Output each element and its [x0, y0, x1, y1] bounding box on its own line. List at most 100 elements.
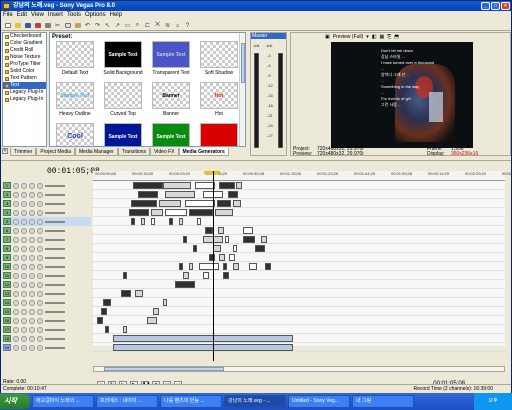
mute-icon[interactable]	[29, 236, 35, 243]
menu-help[interactable]: Help	[110, 11, 122, 20]
solo-icon[interactable]	[37, 281, 43, 288]
timeline-clip[interactable]	[203, 272, 209, 279]
timeline-clip[interactable]	[131, 200, 157, 207]
level-slider[interactable]	[45, 292, 65, 295]
solo-icon[interactable]	[37, 299, 43, 306]
timeline-clip[interactable]	[218, 227, 224, 234]
solo-icon[interactable]	[37, 254, 43, 261]
mute-icon[interactable]	[29, 272, 35, 279]
timeline-clip[interactable]	[185, 200, 215, 207]
envelope-tool-icon[interactable]: ↗	[113, 21, 122, 30]
tree-item[interactable]: Text Pattern	[3, 75, 46, 82]
track-fx-icon[interactable]	[13, 200, 19, 207]
track-lane[interactable]	[93, 307, 505, 316]
mute-icon[interactable]	[29, 326, 35, 333]
timeline-clip[interactable]	[233, 200, 241, 207]
preset-item[interactable]: Sample Text	[148, 123, 194, 146]
track-lane[interactable]	[93, 199, 505, 208]
track-motion-icon[interactable]	[21, 317, 27, 324]
timeline-clip[interactable]	[233, 245, 237, 252]
selection-tool-icon[interactable]: ▭	[123, 21, 132, 30]
tree-item[interactable]: Credit Roll	[3, 47, 46, 54]
timeline-clip[interactable]	[213, 245, 221, 252]
track-lane[interactable]	[93, 226, 505, 235]
track-lane[interactable]	[93, 298, 505, 307]
timeline-clip[interactable]	[249, 263, 257, 270]
timeline-clip[interactable]	[183, 236, 187, 243]
level-slider[interactable]	[45, 202, 65, 205]
properties-icon[interactable]	[43, 21, 52, 30]
timeline-clip[interactable]	[197, 218, 201, 225]
level-slider[interactable]	[45, 274, 65, 277]
track-fx-icon[interactable]	[13, 299, 19, 306]
timeline-clip[interactable]	[151, 209, 163, 216]
track-motion-icon[interactable]	[21, 218, 27, 225]
timeline-clip[interactable]	[163, 182, 191, 189]
video-track-header[interactable]: 4	[3, 208, 91, 217]
solo-icon[interactable]	[37, 272, 43, 279]
track-fx-icon[interactable]	[13, 182, 19, 189]
close-button[interactable]: ×	[501, 2, 510, 10]
track-lane[interactable]	[93, 316, 505, 325]
track-motion-icon[interactable]	[21, 335, 27, 342]
timeline-clip[interactable]	[113, 335, 293, 342]
tree-item[interactable]: Noise Texture	[3, 54, 46, 61]
track-fx-icon[interactable]	[13, 263, 19, 270]
track-fx-icon[interactable]	[13, 344, 19, 351]
level-slider[interactable]	[45, 238, 65, 241]
level-slider[interactable]	[45, 247, 65, 250]
timeline-clip[interactable]	[233, 263, 239, 270]
timeline-clip[interactable]	[97, 317, 103, 324]
timeline-clip[interactable]	[219, 182, 235, 189]
timeline-clip[interactable]	[219, 254, 225, 261]
track-fx-icon[interactable]	[13, 281, 19, 288]
timeline-clip[interactable]	[205, 227, 213, 234]
track-motion-icon[interactable]	[21, 227, 27, 234]
level-slider[interactable]	[45, 184, 65, 187]
track-motion-icon[interactable]	[21, 182, 27, 189]
timeline-clip[interactable]	[215, 209, 233, 216]
video-track-header[interactable]: 13	[3, 289, 91, 298]
level-slider[interactable]	[45, 301, 65, 304]
track-fx-icon[interactable]	[13, 227, 19, 234]
timeline-clip[interactable]	[179, 218, 183, 225]
timeline-clip[interactable]	[223, 272, 229, 279]
mute-icon[interactable]	[29, 209, 35, 216]
split-screen-icon[interactable]: ◧	[372, 33, 377, 41]
track-lane[interactable]	[93, 334, 505, 343]
tree-item-selected[interactable]: Text	[3, 82, 46, 89]
video-track-header[interactable]: 15	[3, 307, 91, 316]
track-motion-icon[interactable]	[21, 254, 27, 261]
track-lane[interactable]	[93, 181, 505, 190]
timeline-clip[interactable]	[183, 272, 189, 279]
video-track-header[interactable]: 14	[3, 298, 91, 307]
track-fx-icon[interactable]	[13, 317, 19, 324]
paste-icon[interactable]	[73, 21, 82, 30]
taskbar-item-active[interactable]: 강남의 노래.veg - ...	[224, 395, 286, 408]
timeline-clip[interactable]	[175, 281, 195, 288]
tree-item[interactable]: Legacy Plug-In	[3, 89, 46, 96]
track-fx-icon[interactable]	[13, 272, 19, 279]
timeline-clip[interactable]	[195, 182, 215, 189]
copy-icon[interactable]	[63, 21, 72, 30]
timeline-clip[interactable]	[163, 299, 167, 306]
video-track-header[interactable]: 11	[3, 271, 91, 280]
mute-icon[interactable]	[29, 299, 35, 306]
preset-item[interactable]: Curved Top	[100, 82, 146, 123]
video-track-header[interactable]: 6	[3, 226, 91, 235]
preset-scrollbar[interactable]	[239, 33, 245, 146]
level-slider[interactable]	[45, 328, 65, 331]
lock-envelopes-icon[interactable]: ⌂	[173, 21, 182, 30]
timeline-clip[interactable]	[225, 236, 229, 243]
timeline-clip[interactable]	[228, 191, 238, 198]
mute-icon[interactable]	[29, 263, 35, 270]
track-fx-icon[interactable]	[13, 236, 19, 243]
track-fx-icon[interactable]	[13, 218, 19, 225]
preview-settings-icon[interactable]: ▣	[325, 33, 330, 41]
track-motion-icon[interactable]	[21, 200, 27, 207]
timeline-clip[interactable]	[103, 299, 111, 306]
mute-icon[interactable]	[29, 281, 35, 288]
overlays-icon[interactable]: ▦	[380, 33, 385, 41]
solo-icon[interactable]	[37, 200, 43, 207]
solo-icon[interactable]	[37, 317, 43, 324]
